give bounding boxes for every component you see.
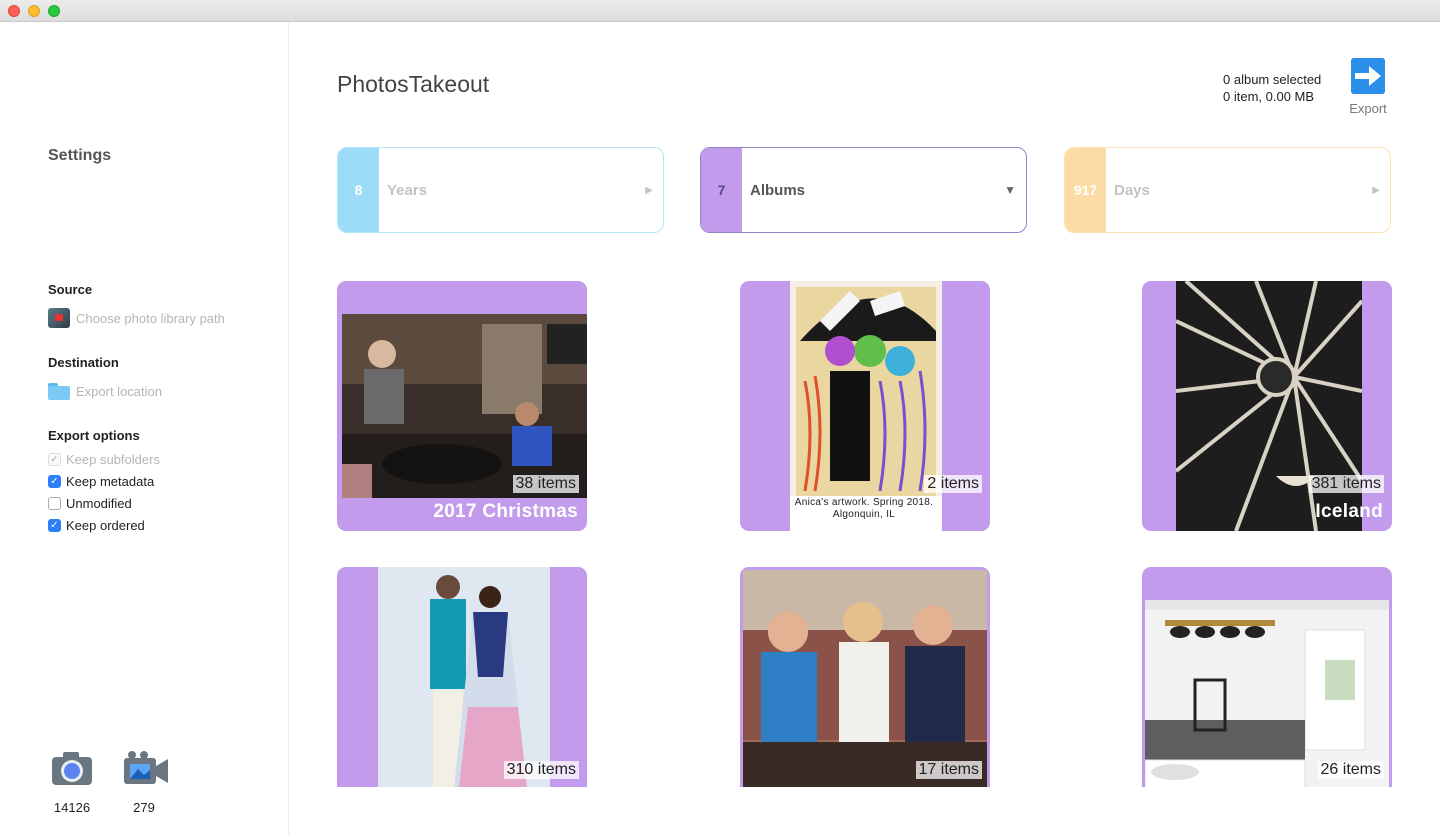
days-label: Days <box>1114 181 1150 199</box>
sidebar: Settings Source Choose photo library pat… <box>0 22 289 835</box>
keep-metadata-label: Keep metadata <box>66 474 155 489</box>
minimize-window-button[interactable] <box>28 5 40 17</box>
album-thumbnail <box>378 567 550 817</box>
keep-subfolders-label: Keep subfolders <box>66 452 160 467</box>
settings-title: Settings <box>48 147 112 164</box>
keep-ordered-option[interactable]: ✓ Keep ordered <box>48 518 145 533</box>
unmodified-checkbox[interactable] <box>48 497 61 510</box>
chevron-right-icon: ▶ <box>645 184 653 196</box>
days-count: 917 <box>1065 148 1106 232</box>
album-card[interactable]: 2 items Anica's artwork. Spring 2018. Al… <box>740 281 990 531</box>
album-item-count: 26 items <box>1317 761 1384 779</box>
source-path-picker[interactable]: Choose photo library path <box>48 308 225 328</box>
album-thumbnail <box>1176 281 1362 531</box>
albums-count: 7 <box>701 148 742 232</box>
video-camera-icon <box>122 750 168 786</box>
years-label: Years <box>387 181 428 199</box>
export-button[interactable]: Export <box>1346 58 1390 116</box>
album-card[interactable]: 17 items <box>740 567 990 817</box>
chevron-down-icon: ▼ <box>1004 183 1016 197</box>
albums-label: Albums <box>750 181 806 199</box>
selection-summary: 0 album selected 0 item, 0.00 MB <box>1223 71 1321 105</box>
days-tab[interactable]: 917 Days ▶ <box>1064 147 1391 233</box>
source-path-placeholder: Choose photo library path <box>76 310 225 326</box>
keep-ordered-label: Keep ordered <box>66 518 145 533</box>
keep-subfolders-option[interactable]: ✓ Keep subfolders <box>48 452 160 467</box>
chevron-right-icon: ▶ <box>1372 184 1380 196</box>
destination-path-placeholder: Export location <box>76 384 162 399</box>
album-card[interactable]: 26 items <box>1142 567 1392 817</box>
source-label: Source <box>48 282 93 297</box>
close-window-button[interactable] <box>8 5 20 17</box>
zoom-window-button[interactable] <box>48 5 60 17</box>
album-item-count: 2 items <box>924 475 982 493</box>
photo-count-stat: 14126 <box>47 750 97 815</box>
photo-count: 14126 <box>53 800 91 815</box>
album-thumbnail <box>790 281 942 531</box>
years-count: 8 <box>338 148 379 232</box>
unmodified-label: Unmodified <box>66 496 132 511</box>
album-title: Iceland <box>1315 501 1383 522</box>
album-card[interactable]: 38 items 2017 Christmas <box>337 281 587 531</box>
album-item-count: 310 items <box>503 761 579 779</box>
album-card[interactable]: 310 items <box>337 567 587 817</box>
keep-subfolders-checkbox[interactable]: ✓ <box>48 453 61 466</box>
albums-selected-text: 0 album selected <box>1223 72 1322 87</box>
app-title: PhotosTakeout <box>337 71 490 97</box>
album-item-count: 38 items <box>512 475 579 493</box>
items-size-text: 0 item, 0.00 MB <box>1223 89 1315 104</box>
photos-library-icon <box>48 308 70 328</box>
window-titlebar <box>0 0 1440 22</box>
content-bottom-edge <box>290 787 1440 835</box>
video-count-stat: 279 <box>119 750 169 815</box>
albums-tab[interactable]: 7 Albums ▼ <box>700 147 1027 233</box>
folder-icon <box>48 383 70 400</box>
export-options-label: Export options <box>48 428 140 443</box>
album-card[interactable]: 381 items Iceland <box>1142 281 1392 531</box>
camera-icon <box>50 750 94 786</box>
export-label: Export <box>1349 101 1387 116</box>
keep-ordered-checkbox[interactable]: ✓ <box>48 519 61 532</box>
album-thumbnail <box>342 314 587 498</box>
destination-label: Destination <box>48 355 119 370</box>
unmodified-option[interactable]: Unmodified <box>48 496 132 511</box>
album-title: Anica's artwork. Spring 2018. Algonquin,… <box>794 497 934 520</box>
album-title: 2017 Christmas <box>433 501 578 522</box>
keep-metadata-option[interactable]: ✓ Keep metadata <box>48 474 154 489</box>
export-arrow-icon <box>1351 58 1385 94</box>
album-thumbnail <box>1145 600 1389 814</box>
years-tab[interactable]: 8 Years ▶ <box>337 147 664 233</box>
destination-path-picker[interactable]: Export location <box>48 383 162 400</box>
keep-metadata-checkbox[interactable]: ✓ <box>48 475 61 488</box>
album-item-count: 17 items <box>915 761 982 779</box>
album-item-count: 381 items <box>1308 475 1384 493</box>
video-count: 279 <box>133 800 155 815</box>
